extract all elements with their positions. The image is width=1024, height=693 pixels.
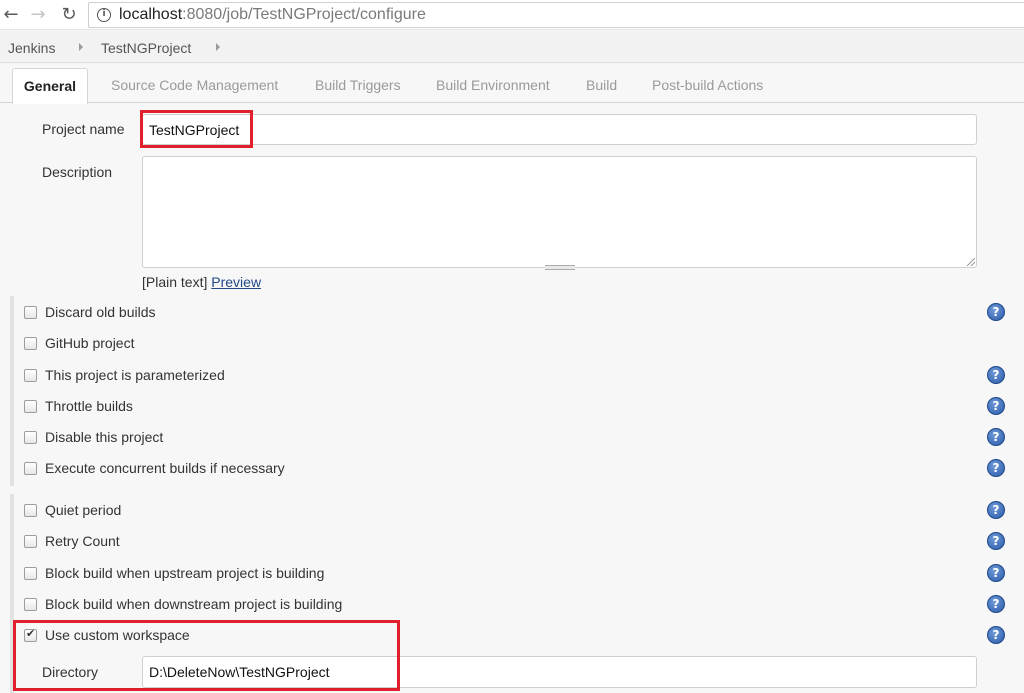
description-format-line: [Plain text] Preview [142,274,261,290]
option-label: Block build when upstream project is bui… [45,565,325,581]
checkbox[interactable] [24,598,37,611]
plain-text-label: [Plain text] [142,274,208,290]
help-icon[interactable]: ? [987,501,1005,519]
help-icon[interactable]: ? [987,626,1005,644]
option-label: Throttle builds [45,398,133,414]
help-icon[interactable]: ? [987,459,1005,477]
checkbox[interactable] [24,462,37,475]
breadcrumb-chevron-icon [79,43,83,51]
textarea-resize-handle[interactable] [545,265,575,270]
site-info-icon[interactable]: i [97,8,111,22]
checkbox[interactable] [24,535,37,548]
breadcrumb-item-jenkins[interactable]: Jenkins [8,40,55,56]
back-arrow-icon[interactable]: ← [0,4,22,26]
checkbox[interactable] [24,567,37,580]
breadcrumb-item-project[interactable]: TestNGProject [101,40,191,56]
checkbox[interactable] [24,337,37,350]
tab-source-code-management[interactable]: Source Code Management [111,77,278,93]
project-name-label: Project name [42,121,125,137]
forward-arrow-icon[interactable]: → [27,4,49,26]
option-label: Discard old builds [45,304,156,320]
url-text[interactable]: localhost:8080/job/TestNGProject/configu… [119,6,426,24]
option-label: Block build when downstream project is b… [45,596,343,612]
help-icon[interactable]: ? [987,366,1005,384]
option-label: Quiet period [45,502,122,518]
option-label: Disable this project [45,429,164,445]
help-icon[interactable]: ? [987,397,1005,415]
project-name-input[interactable]: TestNGProject [142,114,977,145]
help-icon[interactable]: ? [987,564,1005,582]
browser-toolbar: ← → ↻ i localhost:8080/job/TestNGProject… [0,0,1024,30]
help-icon[interactable]: ? [987,303,1005,321]
description-label: Description [42,164,113,180]
checkbox[interactable] [24,504,37,517]
address-bar[interactable]: i localhost:8080/job/TestNGProject/confi… [88,2,1024,28]
breadcrumb-chevron-icon [216,43,220,51]
option-label: Execute concurrent builds if necessary [45,460,285,476]
checkbox[interactable] [24,400,37,413]
tab-post-build-actions[interactable]: Post-build Actions [652,77,763,93]
reload-icon[interactable]: ↻ [58,4,80,26]
tab-build-triggers[interactable]: Build Triggers [315,77,401,93]
url-host: localhost [119,6,183,23]
section-divider [10,296,14,486]
breadcrumb: Jenkins TestNGProject [0,31,1024,63]
config-tabs: General Source Code Management Build Tri… [0,63,1024,104]
description-textarea[interactable] [142,156,977,270]
help-icon[interactable]: ? [987,428,1005,446]
highlight-box-custom-workspace [13,620,400,691]
option-label: This project is parameterized [45,367,225,383]
tab-build[interactable]: Build [586,77,617,93]
checkbox[interactable] [24,431,37,444]
textarea-corner-grip-icon[interactable] [967,258,975,266]
tab-build-environment[interactable]: Build Environment [436,77,550,93]
option-label: GitHub project [45,335,135,351]
tab-general[interactable]: General [12,68,88,104]
help-icon[interactable]: ? [987,532,1005,550]
url-path: :8080/job/TestNGProject/configure [182,6,426,23]
preview-link[interactable]: Preview [211,274,261,290]
checkbox[interactable] [24,369,37,382]
checkbox[interactable] [24,306,37,319]
help-icon[interactable]: ? [987,595,1005,613]
option-label: Retry Count [45,533,120,549]
highlight-box-project-name [140,110,253,148]
